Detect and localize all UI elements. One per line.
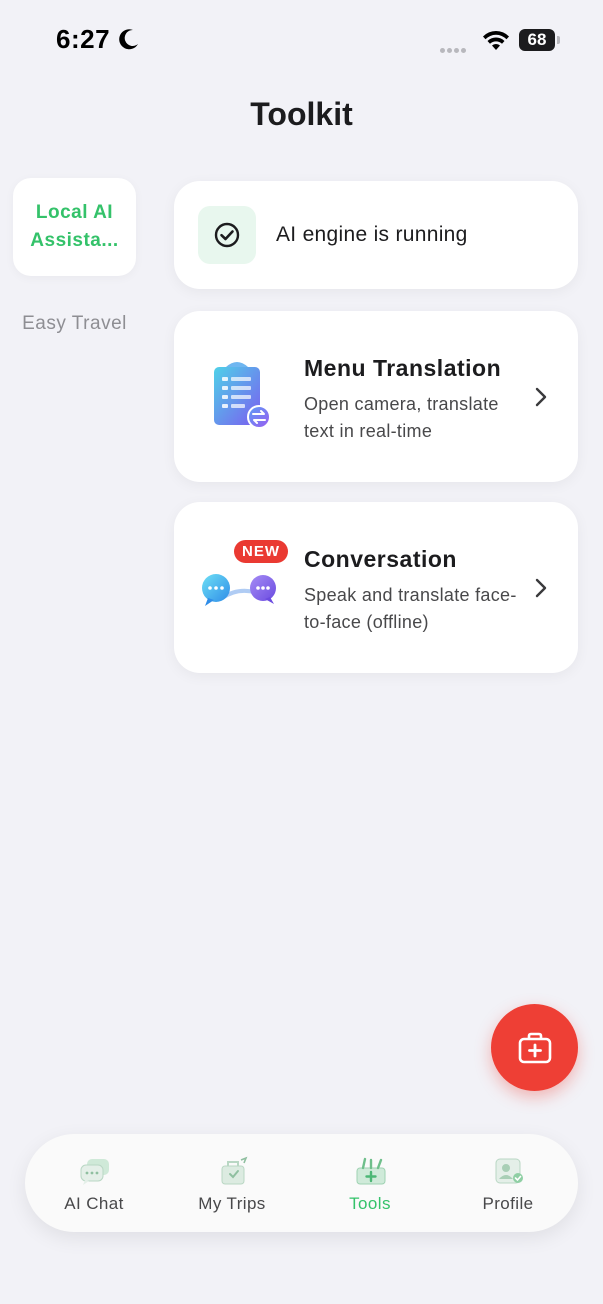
first-aid-kit-icon (518, 1032, 551, 1063)
battery-level: 68 (519, 29, 555, 51)
wifi-icon (483, 30, 509, 50)
page-title: Toolkit (250, 96, 353, 132)
tab-ai-chat[interactable]: AI Chat (25, 1134, 163, 1232)
tab-profile[interactable]: Profile (439, 1134, 577, 1232)
profile-card-icon (495, 1158, 523, 1184)
ai-engine-status-text: AI engine is running (276, 223, 468, 246)
tab-label: AI Chat (64, 1194, 124, 1213)
new-badge: NEW (234, 540, 288, 563)
chevron-right-icon (535, 578, 547, 598)
side-tab-label: Easy Travel (22, 313, 127, 334)
menu-translation-card[interactable]: Menu Translation Open camera, translate … (174, 311, 578, 482)
moon-icon (119, 29, 138, 50)
cellular-signal-icon (440, 40, 468, 58)
conversation-card[interactable]: NEW Conversation Speak and translate fac… (174, 502, 578, 673)
tab-label: Tools (349, 1194, 391, 1213)
check-circle-icon (198, 206, 256, 264)
tab-label: My Trips (198, 1194, 266, 1213)
tab-tools[interactable]: Tools (301, 1134, 439, 1232)
status-time: 6:27 (56, 24, 111, 54)
side-tab-easy-travel[interactable]: Easy Travel (13, 310, 136, 338)
bottom-tab-bar: AI Chat My Trips Tools Profile (25, 1134, 578, 1232)
chat-bubbles-icon (80, 1159, 109, 1185)
tool-description: Open camera, translate text in real-time (304, 394, 499, 441)
side-tab-label: Local AI Assista... (30, 202, 119, 251)
tab-label: Profile (482, 1194, 534, 1213)
first-aid-button[interactable] (491, 1004, 578, 1091)
toolbox-icon (356, 1157, 386, 1185)
battery-indicator: 68 (519, 29, 560, 51)
tool-description: Speak and translate face-to-face (offlin… (304, 585, 517, 632)
suitcase-icon (221, 1156, 248, 1185)
side-tab-local-ai-assistant[interactable]: Local AI Assista... (13, 178, 136, 276)
tool-title: Menu Translation (304, 355, 502, 381)
status-bar: 6:27 68 (0, 0, 603, 80)
tool-title: Conversation (304, 546, 457, 572)
ai-engine-status-card: AI engine is running (174, 181, 578, 289)
chevron-right-icon (535, 387, 547, 407)
menu-translation-icon (214, 362, 271, 429)
tab-my-trips[interactable]: My Trips (163, 1134, 301, 1232)
